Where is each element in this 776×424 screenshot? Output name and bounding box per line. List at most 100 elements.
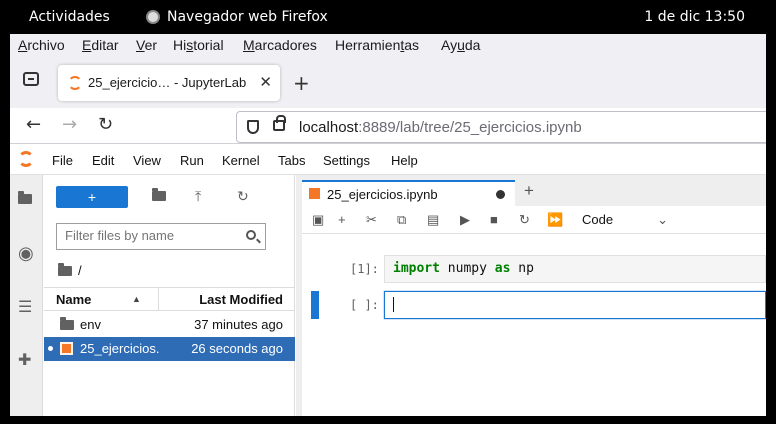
chevron-down-icon: ⌄ bbox=[657, 212, 668, 227]
refresh-icon[interactable]: ↻ bbox=[237, 188, 249, 205]
close-tab-icon[interactable]: ✕ bbox=[259, 73, 272, 91]
file-name: 25_ejercicios.ipynb bbox=[80, 341, 160, 356]
add-tab-button[interactable]: + bbox=[524, 181, 534, 201]
new-tab-button[interactable]: + bbox=[293, 71, 310, 95]
file-name: env bbox=[80, 317, 101, 332]
forward-arrow-icon[interactable]: → bbox=[62, 114, 77, 135]
notebook-icon bbox=[60, 342, 73, 355]
back-arrow-icon[interactable]: ← bbox=[26, 114, 41, 135]
list-all-tabs-icon[interactable] bbox=[23, 72, 39, 86]
fast-forward-icon[interactable]: ⏩ bbox=[547, 212, 563, 228]
url-bar[interactable]: localhost:8889/lab/tree/25_ejercicios.ip… bbox=[236, 111, 766, 143]
extensions-puzzle-icon[interactable]: ✚ bbox=[18, 350, 31, 370]
notebook-icon bbox=[309, 188, 320, 199]
cell-type-select[interactable]: Code ⌄ bbox=[582, 212, 668, 227]
file-filter-field[interactable] bbox=[56, 223, 266, 250]
new-launcher-button[interactable]: + bbox=[56, 186, 128, 208]
file-browser: + ⤒ ↻ / Name ▲ Last Modified env 37 min bbox=[44, 175, 295, 416]
url-text[interactable]: localhost:8889/lab/tree/25_ejercicios.ip… bbox=[299, 119, 582, 136]
clock[interactable]: 1 de dic 13:50 bbox=[644, 9, 745, 25]
upload-icon[interactable]: ⤒ bbox=[195, 188, 201, 205]
file-modified: 26 seconds ago bbox=[191, 341, 283, 356]
system-top-bar: Actividades Navegador web Firefox 1 de d… bbox=[0, 0, 776, 34]
left-activity-bar: ◉ ☰ ✚ bbox=[10, 175, 43, 416]
menu-ayuda[interactable]: Ayuda bbox=[441, 37, 480, 53]
restart-kernel-icon[interactable]: ↻ bbox=[519, 212, 530, 228]
menu-settings[interactable]: Settings bbox=[323, 153, 370, 168]
paste-icon[interactable]: ▤ bbox=[427, 212, 439, 228]
reload-icon[interactable]: ↻ bbox=[98, 114, 113, 135]
firefox-menu-bar: Archivo Editar Ver Historial Marcadores … bbox=[10, 34, 766, 58]
notebook-tab[interactable]: 25_ejercicios.ipynb bbox=[302, 180, 515, 206]
jupyter-logo-icon bbox=[18, 151, 34, 167]
notebook-panel: ▣ + ✂ ⧉ ▤ ▶ ■ ↻ ⏩ Code ⌄ [1]: import nump… bbox=[302, 206, 766, 416]
breadcrumb-root[interactable]: / bbox=[78, 263, 82, 278]
code-text: numpy bbox=[439, 261, 495, 276]
menu-archivo[interactable]: Archivo bbox=[18, 37, 65, 53]
activities-button[interactable]: Actividades bbox=[29, 9, 110, 25]
menu-ver[interactable]: Ver bbox=[136, 37, 157, 53]
unsaved-dot-icon[interactable] bbox=[496, 190, 505, 199]
cut-icon[interactable]: ✂ bbox=[366, 212, 377, 228]
connection-lock-icon[interactable] bbox=[273, 115, 286, 131]
browser-tab[interactable]: 25_ejercicio… - JupyterLab ✕ bbox=[58, 65, 280, 101]
column-name[interactable]: Name bbox=[56, 292, 91, 307]
search-icon bbox=[246, 230, 256, 240]
menu-kernel[interactable]: Kernel bbox=[222, 153, 260, 168]
file-row-notebook[interactable]: 25_ejercicios.ipynb 26 seconds ago bbox=[44, 337, 295, 361]
home-folder-icon[interactable] bbox=[58, 262, 72, 276]
menu-edit[interactable]: Edit bbox=[92, 153, 114, 168]
menu-help[interactable]: Help bbox=[391, 153, 418, 168]
app-name: Navegador web Firefox bbox=[167, 9, 328, 25]
menu-herramientas[interactable]: Herramientas bbox=[335, 37, 419, 53]
code-cell-active[interactable]: [ ]: bbox=[302, 291, 766, 319]
tracking-shield-icon[interactable] bbox=[247, 120, 259, 134]
column-last-modified[interactable]: Last Modified bbox=[199, 292, 283, 307]
menu-marcadores[interactable]: Marcadores bbox=[243, 37, 317, 53]
navigation-bar: ← → ↻ localhost:8889/lab/tree/25_ejercic… bbox=[10, 108, 766, 144]
menu-historial[interactable]: Historial bbox=[173, 37, 224, 53]
menu-tabs[interactable]: Tabs bbox=[278, 153, 305, 168]
cell-collapser[interactable] bbox=[311, 291, 319, 319]
running-kernels-icon[interactable]: ◉ bbox=[18, 243, 34, 264]
table-of-contents-icon[interactable]: ☰ bbox=[18, 297, 32, 317]
file-row-env[interactable]: env 37 minutes ago bbox=[44, 313, 295, 337]
cell-editor[interactable] bbox=[384, 291, 766, 319]
code-keyword: as bbox=[494, 261, 511, 276]
jupyter-menu-bar: File Edit View Run Kernel Tabs Settings … bbox=[10, 145, 766, 175]
save-icon[interactable]: ▣ bbox=[312, 212, 324, 228]
code-text: np bbox=[510, 261, 534, 276]
cell-type-value: Code bbox=[582, 212, 614, 227]
jupyter-favicon-icon bbox=[68, 76, 82, 90]
sort-ascending-icon[interactable]: ▲ bbox=[132, 294, 141, 304]
jupyterlab-app: File Edit View Run Kernel Tabs Settings … bbox=[10, 145, 766, 416]
menu-run[interactable]: Run bbox=[180, 153, 204, 168]
main-dock-area: 25_ejercicios.ipynb + ▣ + ✂ ⧉ ▤ ▶ ■ ↻ ⏩ … bbox=[296, 175, 766, 416]
new-folder-icon[interactable] bbox=[152, 188, 166, 204]
running-indicator-icon bbox=[48, 346, 53, 351]
folder-icon[interactable] bbox=[18, 191, 32, 209]
folder-icon bbox=[60, 317, 74, 330]
notebook-tab-title: 25_ejercicios.ipynb bbox=[327, 187, 438, 202]
file-filter-input[interactable] bbox=[65, 228, 235, 243]
menu-file[interactable]: File bbox=[52, 153, 73, 168]
firefox-icon bbox=[146, 10, 160, 24]
run-icon[interactable]: ▶ bbox=[460, 212, 470, 228]
insert-cell-icon[interactable]: + bbox=[338, 212, 346, 227]
copy-icon[interactable]: ⧉ bbox=[397, 212, 406, 228]
column-divider bbox=[158, 288, 159, 310]
cell-prompt: [ ]: bbox=[350, 298, 379, 312]
menu-editar[interactable]: Editar bbox=[82, 37, 119, 53]
stop-icon[interactable]: ■ bbox=[490, 212, 498, 227]
file-list-header: Name ▲ Last Modified bbox=[44, 287, 295, 311]
app-menu[interactable]: Navegador web Firefox bbox=[146, 9, 328, 25]
url-path: :8889/lab/tree/25_ejercicios.ipynb bbox=[358, 119, 582, 136]
cell-prompt: [1]: bbox=[350, 262, 379, 276]
file-modified: 37 minutes ago bbox=[194, 317, 283, 332]
menu-view[interactable]: View bbox=[133, 153, 161, 168]
cell-editor[interactable]: import numpy as np bbox=[384, 255, 766, 283]
tab-title: 25_ejercicio… - JupyterLab bbox=[88, 75, 247, 90]
code-cell[interactable]: [1]: import numpy as np bbox=[302, 255, 766, 283]
tab-strip: 25_ejercicio… - JupyterLab ✕ + bbox=[10, 58, 766, 108]
breadcrumb[interactable]: / bbox=[58, 262, 82, 278]
